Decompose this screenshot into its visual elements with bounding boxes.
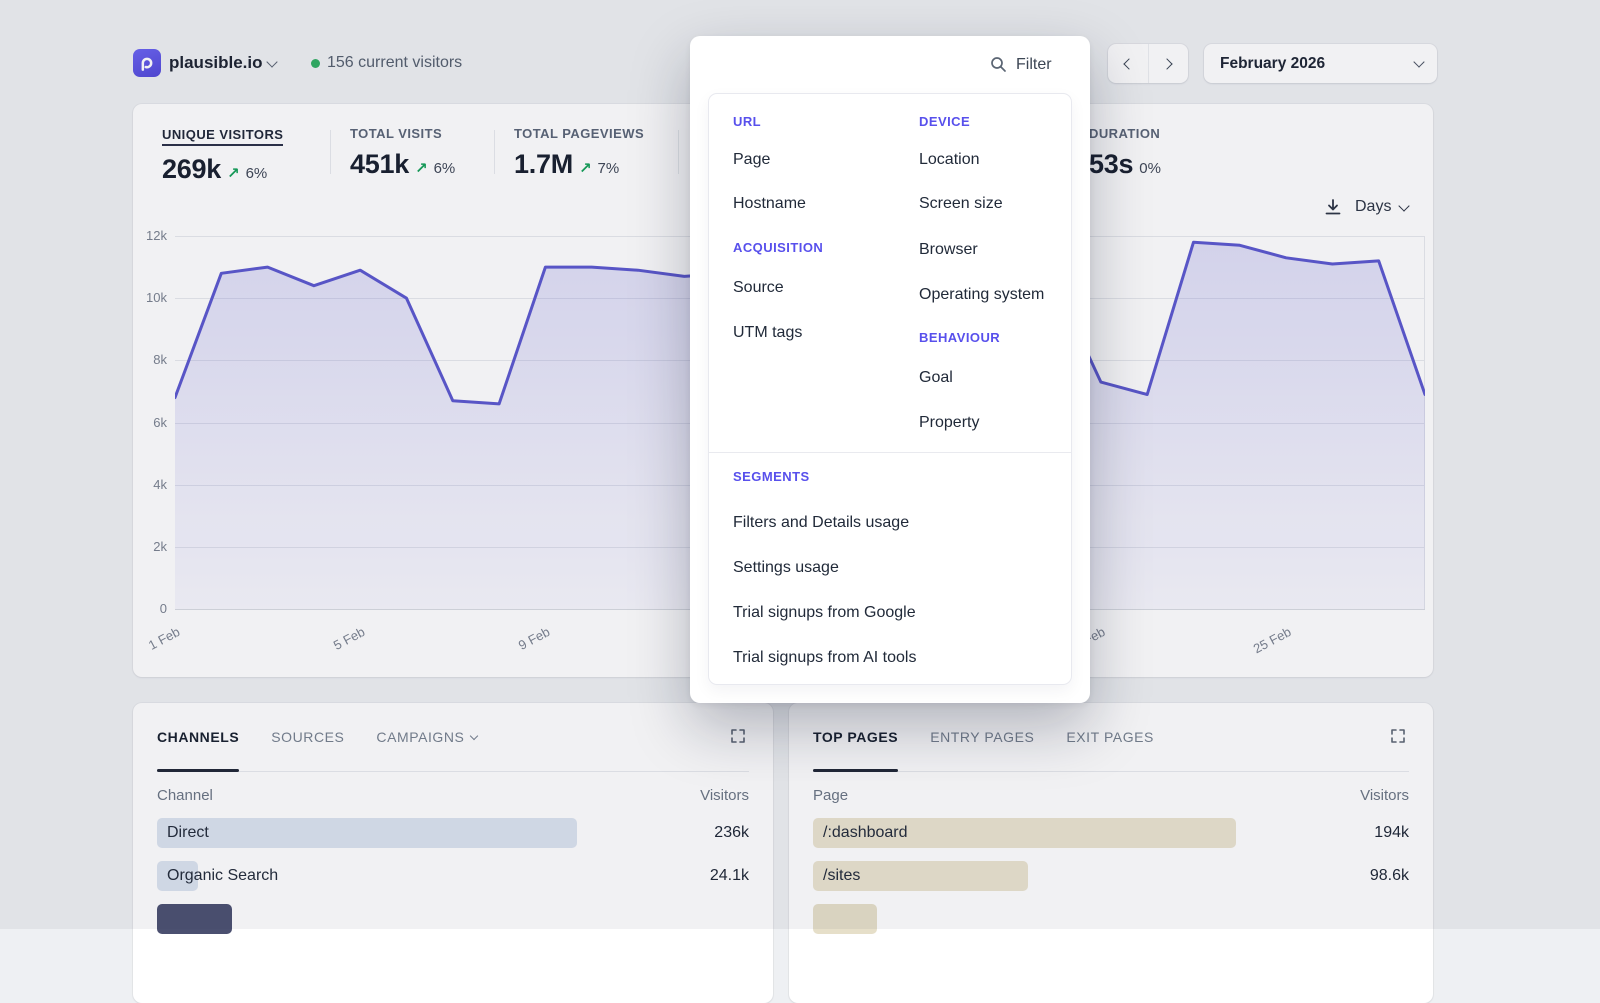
filter-group-url-heading: URL	[733, 114, 761, 129]
filter-item-page[interactable]: Page	[733, 151, 770, 169]
filter-group-device-heading: DEVICE	[919, 114, 970, 129]
filter-search[interactable]	[690, 36, 1090, 93]
segments-heading: SEGMENTS	[733, 469, 810, 484]
filter-group-acquisition-heading: ACQUISITION	[733, 240, 823, 255]
filter-group-behaviour-heading: BEHAVIOUR	[919, 330, 1000, 345]
segment-item[interactable]: Settings usage	[733, 559, 839, 577]
filter-search-input[interactable]	[1016, 56, 1064, 74]
filter-modal: URL Page Hostname ACQUISITION Source UTM…	[690, 36, 1090, 703]
segment-item[interactable]: Trial signups from AI tools	[733, 649, 916, 667]
segment-item[interactable]: Filters and Details usage	[733, 514, 909, 532]
filter-item-screen-size[interactable]: Screen size	[919, 195, 1003, 213]
filter-item-utm-tags[interactable]: UTM tags	[733, 324, 802, 342]
filter-item-location[interactable]: Location	[919, 151, 980, 169]
filter-item-browser[interactable]: Browser	[919, 241, 978, 259]
divider	[709, 452, 1071, 453]
filter-options-panel: URL Page Hostname ACQUISITION Source UTM…	[708, 93, 1072, 685]
search-icon	[990, 56, 1007, 73]
filter-item-hostname[interactable]: Hostname	[733, 195, 806, 213]
filter-item-source[interactable]: Source	[733, 279, 784, 297]
segment-item[interactable]: Trial signups from Google	[733, 604, 916, 622]
filter-item-property[interactable]: Property	[919, 414, 979, 432]
filter-item-goal[interactable]: Goal	[919, 369, 953, 387]
filter-item-operating-system[interactable]: Operating system	[919, 286, 1044, 304]
